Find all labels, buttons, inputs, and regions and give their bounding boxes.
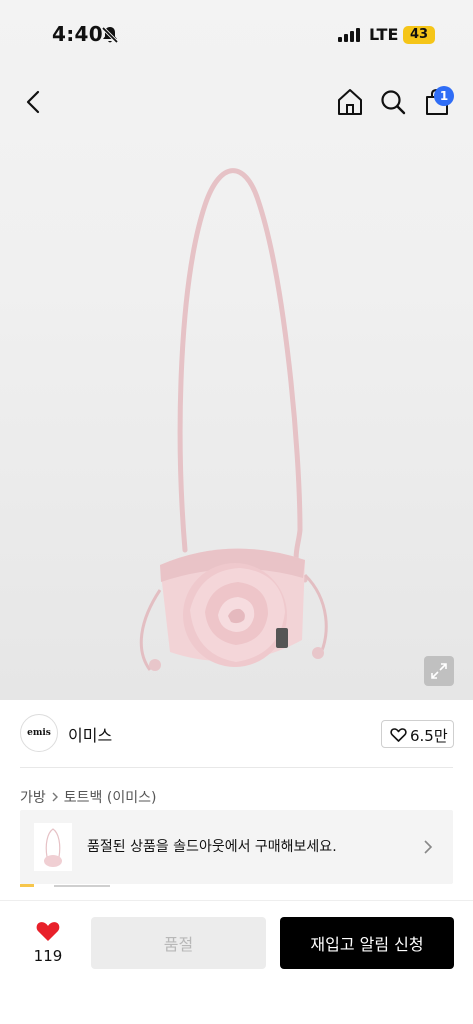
search-icon[interactable] <box>379 88 407 116</box>
brand-like-button[interactable]: 6.5만 <box>381 720 454 748</box>
status-time: 4:40 <box>52 22 103 46</box>
chevron-right-icon <box>52 792 58 802</box>
soldout-button: 품절 <box>91 917 266 969</box>
back-arrow-icon[interactable] <box>20 88 48 116</box>
brand-like-count: 6.5만 <box>410 727 448 745</box>
breadcrumb-item-subcategory[interactable]: 토트백 (이미스) <box>64 787 157 807</box>
wish-button[interactable]: 119 <box>26 919 70 969</box>
divider <box>20 767 453 768</box>
heart-filled-icon <box>36 922 60 941</box>
signal-icon <box>338 28 362 42</box>
home-icon[interactable] <box>335 87 365 117</box>
heart-outline-icon <box>390 728 407 742</box>
soldout-banner-text: 품절된 상품을 솔드아웃에서 구매해보세요. <box>87 839 337 855</box>
expand-icon <box>431 663 447 679</box>
bell-off-icon <box>101 26 119 44</box>
banner-thumbnail <box>34 823 72 871</box>
product-image <box>139 168 328 671</box>
bottom-action-bar: 119 품절 재입고 알림 신청 <box>0 900 473 1024</box>
expand-image-button[interactable] <box>424 656 454 686</box>
status-bar: 4:40 LTE 43 <box>0 0 473 70</box>
soldout-banner[interactable]: 품절된 상품을 솔드아웃에서 구매해보세요. <box>20 810 453 884</box>
wish-count: 119 <box>33 947 63 965</box>
cart-count-badge: 1 <box>434 86 454 106</box>
partially-hidden-content <box>20 884 110 887</box>
brand-name[interactable]: 이미스 <box>68 722 112 746</box>
breadcrumb-item-category[interactable]: 가방 <box>20 787 46 807</box>
brand-row[interactable]: emis 이미스 6.5만 <box>0 700 473 768</box>
chevron-right-icon <box>424 840 433 854</box>
breadcrumb: 가방 토트백 (이미스) <box>20 787 156 807</box>
network-type: LTE <box>369 25 399 44</box>
product-image-area[interactable]: 4:40 LTE 43 1 <box>0 0 473 700</box>
restock-alert-button[interactable]: 재입고 알림 신청 <box>280 917 454 969</box>
brand-logo[interactable]: emis <box>20 714 58 752</box>
battery-indicator: 43 <box>403 26 435 44</box>
